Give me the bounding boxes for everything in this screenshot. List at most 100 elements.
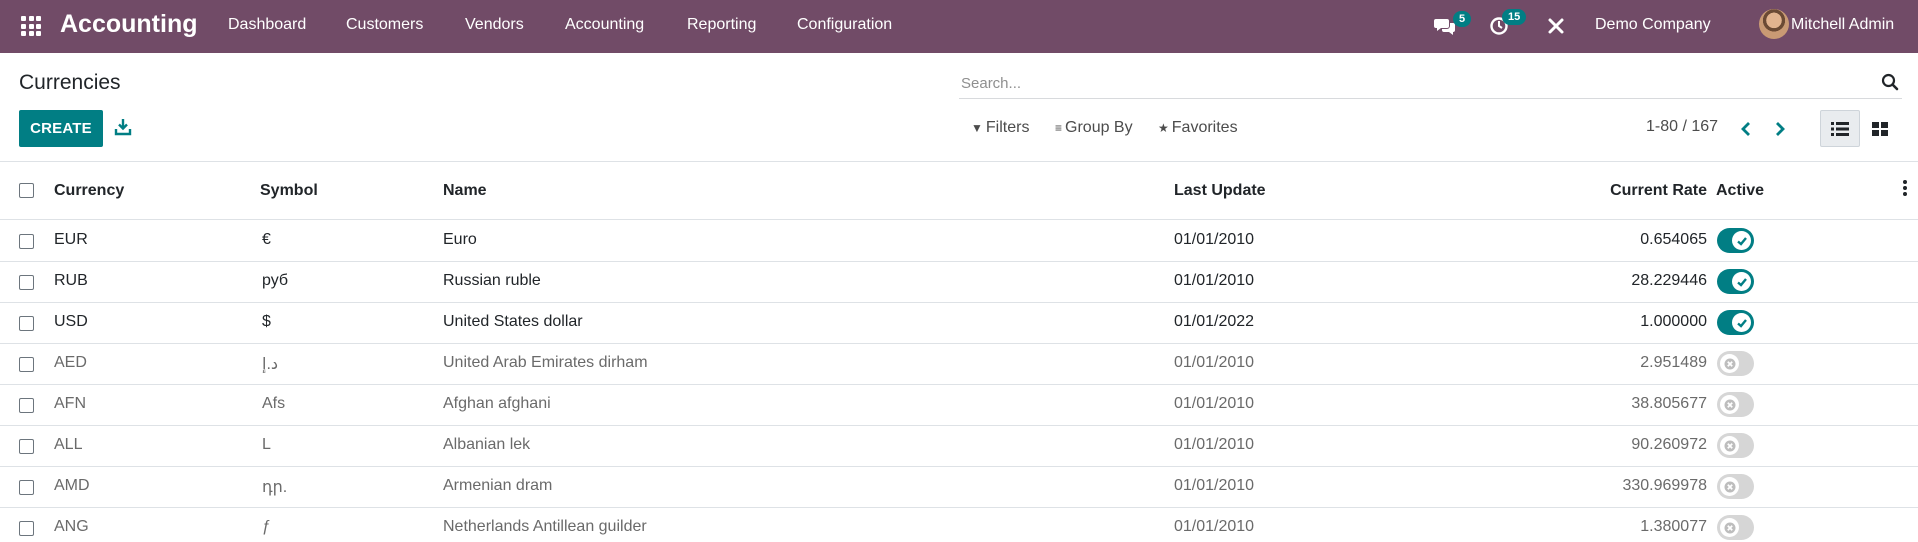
menu-accounting[interactable]: Accounting — [565, 16, 644, 34]
cross-icon — [1720, 395, 1739, 414]
filters-label: Filters — [985, 119, 1030, 136]
cell-name: United Arab Emirates dirham — [443, 354, 648, 371]
menu-customers[interactable]: Customers — [346, 16, 423, 34]
row-checkbox[interactable] — [19, 521, 34, 536]
active-toggle-on[interactable] — [1717, 228, 1754, 253]
active-toggle-off[interactable] — [1717, 351, 1754, 376]
apps-menu-icon[interactable] — [21, 16, 41, 36]
cell-current-rate: 0.654065 — [1640, 231, 1707, 248]
search-input[interactable] — [961, 71, 1841, 95]
column-header-name[interactable]: Name — [443, 182, 487, 200]
cell-currency: AED — [54, 354, 87, 371]
cell-currency: USD — [54, 313, 88, 330]
table-row[interactable]: ALL L Albanian lek 01/01/2010 90.260972 — [0, 426, 1918, 467]
cell-currency: RUB — [54, 272, 88, 289]
cell-last-update: 01/01/2010 — [1174, 518, 1255, 535]
select-all-checkbox[interactable] — [19, 183, 34, 198]
cell-symbol: ƒ — [262, 518, 271, 535]
cell-symbol: $ — [262, 313, 271, 330]
table-row[interactable]: EUR € Euro 01/01/2010 0.654065 — [0, 221, 1918, 262]
cell-current-rate: 28.229446 — [1631, 272, 1707, 289]
active-toggle-off[interactable] — [1717, 515, 1754, 540]
grid-icon — [1872, 121, 1888, 136]
menu-reporting[interactable]: Reporting — [687, 16, 756, 34]
pager-next-button[interactable] — [1769, 118, 1791, 140]
active-toggle-off[interactable] — [1717, 392, 1754, 417]
menu-configuration[interactable]: Configuration — [797, 16, 892, 34]
cell-currency: AMD — [54, 477, 90, 494]
cell-name: Euro — [443, 231, 477, 248]
column-header-currency[interactable]: Currency — [54, 182, 124, 200]
column-header-last-update[interactable]: Last Update — [1174, 182, 1266, 200]
table-row[interactable]: ANG ƒ Netherlands Antillean guilder 01/01/2… — [0, 508, 1918, 542]
create-button[interactable]: CREATE — [19, 110, 103, 147]
active-toggle-on[interactable] — [1717, 269, 1754, 294]
cell-last-update: 01/01/2022 — [1174, 313, 1255, 330]
cross-icon — [1720, 518, 1739, 537]
table-row[interactable]: RUB руб Russian ruble 01/01/2010 28.229446 — [0, 262, 1918, 303]
page-title: Currencies — [19, 71, 121, 94]
check-icon — [1732, 272, 1751, 291]
active-toggle-off[interactable] — [1717, 433, 1754, 458]
row-checkbox[interactable] — [19, 357, 34, 372]
table-row[interactable]: AED د.إ United Arab Emirates dirham 01/01/2… — [0, 344, 1918, 385]
check-icon — [1732, 313, 1751, 332]
cell-symbol: руб — [262, 272, 289, 289]
cell-name: Russian ruble — [443, 272, 541, 289]
row-checkbox[interactable] — [19, 439, 34, 454]
menu-vendors[interactable]: Vendors — [465, 16, 524, 34]
debug-tools-icon[interactable] — [1544, 14, 1568, 38]
row-checkbox[interactable] — [19, 398, 34, 413]
user-menu[interactable]: Mitchell Admin — [1791, 16, 1894, 34]
messages-badge: 5 — [1453, 11, 1472, 27]
app-name[interactable]: Accounting — [60, 10, 198, 39]
group-by-menu[interactable]: ≡ Group By — [1055, 119, 1133, 137]
table-row[interactable]: USD $ United States dollar 01/01/2022 1.0000… — [0, 303, 1918, 344]
pager-previous-button[interactable] — [1735, 118, 1757, 140]
cell-symbol: د.إ — [262, 356, 279, 373]
cell-current-rate: 90.260972 — [1631, 436, 1707, 453]
star-icon: ★ — [1158, 121, 1169, 135]
kanban-view-button[interactable] — [1860, 110, 1900, 147]
column-header-current-rate[interactable]: Current Rate — [1600, 182, 1707, 200]
download-icon[interactable] — [113, 117, 133, 137]
list-view-button[interactable] — [1820, 110, 1860, 147]
table-row[interactable]: AMD դր. Armenian dram 01/01/2010 330.969978 — [0, 467, 1918, 508]
column-header-active[interactable]: Active — [1716, 182, 1764, 200]
cell-current-rate: 1.000000 — [1640, 313, 1707, 330]
cell-name: Netherlands Antillean guilder — [443, 518, 647, 535]
group-by-label: Group By — [1065, 119, 1133, 136]
company-switcher[interactable]: Demo Company — [1595, 16, 1711, 34]
filters-menu[interactable]: ▼ Filters — [971, 119, 1029, 137]
cell-current-rate: 330.969978 — [1622, 477, 1707, 494]
table-header: Currency Symbol Name Last Update Current… — [0, 162, 1918, 220]
row-checkbox[interactable] — [19, 275, 34, 290]
cell-current-rate: 1.380077 — [1640, 518, 1707, 535]
cross-icon — [1720, 436, 1739, 455]
cell-current-rate: 38.805677 — [1631, 395, 1707, 412]
pager-value[interactable]: 1-80 / 167 — [1646, 118, 1718, 136]
cell-name: Albanian lek — [443, 436, 531, 453]
optional-columns-kebab-icon[interactable] — [1903, 180, 1907, 196]
menu-dashboard[interactable]: Dashboard — [228, 16, 306, 34]
cell-currency: ANG — [54, 518, 89, 535]
cell-symbol: Afs — [262, 395, 286, 412]
search-icon[interactable] — [1880, 72, 1900, 92]
row-checkbox[interactable] — [19, 316, 34, 331]
column-header-symbol[interactable]: Symbol — [260, 182, 318, 200]
user-avatar[interactable] — [1759, 9, 1789, 39]
cell-name: Afghan afghani — [443, 395, 551, 412]
active-toggle-on[interactable] — [1717, 310, 1754, 335]
cell-name: Armenian dram — [443, 477, 553, 494]
top-navbar: Accounting Dashboard Customers Vendors A… — [0, 0, 1918, 53]
favorites-label: Favorites — [1171, 119, 1238, 136]
table-row[interactable]: AFN Afs Afghan afghani 01/01/2010 38.805677 — [0, 385, 1918, 426]
row-checkbox[interactable] — [19, 234, 34, 249]
favorites-menu[interactable]: ★ Favorites — [1158, 119, 1238, 137]
active-toggle-off[interactable] — [1717, 474, 1754, 499]
cell-symbol: € — [262, 231, 271, 248]
chevron-right-icon — [1776, 122, 1785, 136]
cell-last-update: 01/01/2010 — [1174, 436, 1255, 453]
row-checkbox[interactable] — [19, 480, 34, 495]
cell-symbol: դր. — [262, 479, 288, 496]
